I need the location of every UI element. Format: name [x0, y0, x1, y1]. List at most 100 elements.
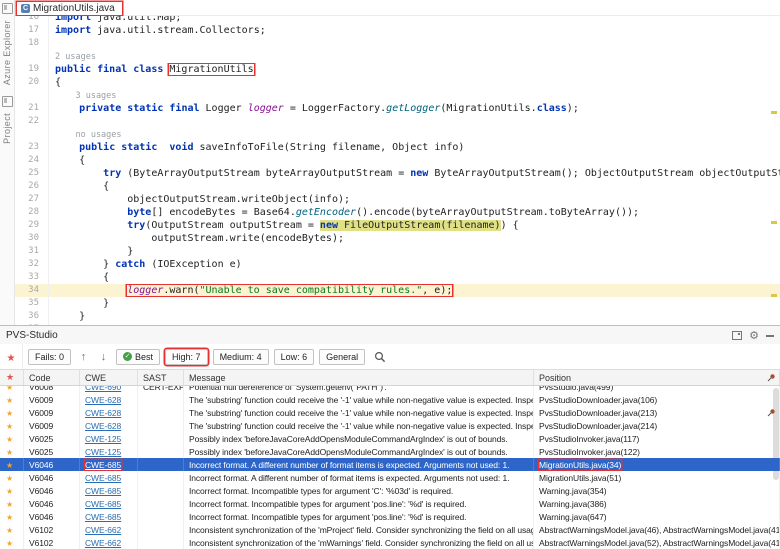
table-row[interactable]: V6102 CWE-662 Inconsistent synchronizati… — [0, 523, 780, 536]
favorite-star-icon[interactable] — [6, 395, 13, 405]
low-filter-button[interactable]: Low: 6 — [274, 349, 315, 365]
next-warning-button[interactable] — [96, 349, 111, 364]
code-line[interactable]: 34 logger.warn("Unable to save compatibi… — [15, 284, 780, 297]
table-row[interactable]: V6046 CWE-685 Incorrect format. Incompat… — [0, 484, 780, 497]
table-row[interactable]: V6009 CWE-628 The 'substring' function c… — [0, 393, 780, 406]
code-line[interactable]: 30 outputStream.write(encodeBytes); — [15, 232, 780, 245]
pin-column-icon[interactable] — [767, 373, 776, 384]
line-number[interactable]: 23 — [15, 141, 49, 154]
line-number[interactable] — [15, 128, 49, 141]
general-filter-button[interactable]: General — [319, 349, 365, 365]
code-line[interactable]: 2 usages — [15, 50, 780, 63]
line-number[interactable]: 34 — [15, 284, 49, 297]
favorites-filter-icon[interactable] — [7, 348, 16, 366]
code-line[interactable]: 17 import java.util.stream.Collectors; — [15, 24, 780, 37]
column-header-cwe[interactable]: CWE — [80, 370, 138, 385]
row-cwe-link[interactable]: CWE-662 — [85, 525, 121, 535]
line-number[interactable]: 35 — [15, 297, 49, 310]
row-cwe-link[interactable]: CWE-628 — [85, 395, 121, 405]
row-cwe-link[interactable]: CWE-685 — [85, 460, 121, 470]
line-number[interactable]: 27 — [15, 193, 49, 206]
table-row[interactable]: V6025 CWE-125 Possibly index 'beforeJava… — [0, 445, 780, 458]
row-cwe-link[interactable]: CWE-125 — [85, 434, 121, 444]
line-number[interactable]: 19 — [15, 63, 49, 76]
row-pin-icon[interactable] — [767, 408, 776, 419]
row-cwe-link[interactable]: CWE-685 — [85, 512, 121, 522]
favorite-star-icon[interactable] — [6, 434, 13, 444]
line-number[interactable]: 20 — [15, 76, 49, 89]
code-line[interactable]: 22 — [15, 115, 780, 128]
table-row[interactable]: V6046 CWE-685 Incorrect format. A differ… — [0, 458, 780, 471]
table-row[interactable]: V6009 CWE-628 The 'substring' function c… — [0, 406, 780, 419]
code-line[interactable]: 35 } — [15, 297, 780, 310]
line-number[interactable]: 33 — [15, 271, 49, 284]
tab-migrationutils-java[interactable]: C MigrationUtils.java — [17, 2, 122, 15]
table-row[interactable]: V6046 CWE-685 Incorrect format. Incompat… — [0, 510, 780, 523]
line-number[interactable]: 16 — [15, 16, 49, 24]
search-icon[interactable] — [374, 351, 386, 363]
code-line[interactable]: 26 { — [15, 180, 780, 193]
line-number[interactable]: 31 — [15, 245, 49, 258]
table-row[interactable]: V6009 CWE-628 The 'substring' function c… — [0, 419, 780, 432]
line-number[interactable]: 29 — [15, 219, 49, 232]
favorite-star-icon[interactable] — [6, 408, 13, 418]
code-line[interactable]: 19 public final class MigrationUtils — [15, 63, 780, 76]
project-tool-icon[interactable] — [2, 96, 13, 107]
code-editor[interactable]: 16 import java.util.Map; 17 import java.… — [15, 16, 780, 325]
error-stripe-mark[interactable] — [771, 111, 777, 114]
favorite-star-icon[interactable] — [6, 460, 13, 470]
code-line[interactable]: 28 byte[] encodeBytes = Base64.getEncode… — [15, 206, 780, 219]
code-line[interactable]: 16 import java.util.Map; — [15, 16, 780, 24]
stripe-item-azure-explorer[interactable]: Azure Explorer — [2, 20, 12, 90]
table-row[interactable]: V6046 CWE-685 Incorrect format. A differ… — [0, 471, 780, 484]
favorite-star-icon[interactable] — [6, 486, 13, 496]
float-window-icon[interactable] — [732, 331, 742, 340]
column-header-sast[interactable]: SAST — [138, 370, 184, 385]
line-number[interactable] — [15, 89, 49, 102]
favorite-star-icon[interactable] — [6, 473, 13, 483]
line-number[interactable]: 17 — [15, 24, 49, 37]
favorite-star-icon[interactable] — [6, 525, 13, 535]
best-filter-button[interactable]: Best — [116, 349, 160, 365]
stripe-item-project[interactable]: Project — [2, 113, 12, 149]
high-filter-button[interactable]: High: 7 — [165, 349, 208, 365]
favorite-star-icon[interactable] — [6, 499, 13, 509]
line-number[interactable]: 36 — [15, 310, 49, 323]
line-number[interactable]: 18 — [15, 37, 49, 50]
azure-tool-icon[interactable] — [2, 3, 13, 14]
line-number[interactable]: 21 — [15, 102, 49, 115]
line-number[interactable]: 32 — [15, 258, 49, 271]
favorite-star-icon[interactable] — [6, 512, 13, 522]
code-line[interactable]: 25 try (ByteArrayOutputStream byteArrayO… — [15, 167, 780, 180]
code-line[interactable]: 20 { — [15, 76, 780, 89]
row-cwe-link[interactable]: CWE-685 — [85, 499, 121, 509]
code-line[interactable]: 23 public static void saveInfoToFile(Str… — [15, 141, 780, 154]
previous-warning-button[interactable] — [76, 349, 91, 364]
column-header-position[interactable]: Position — [534, 370, 780, 385]
hide-panel-icon[interactable] — [766, 335, 774, 337]
table-row[interactable]: V6102 CWE-662 Inconsistent synchronizati… — [0, 536, 780, 549]
code-line[interactable]: 31 } — [15, 245, 780, 258]
code-line[interactable]: 21 private static final Logger logger = … — [15, 102, 780, 115]
table-row[interactable]: V6046 CWE-685 Incorrect format. Incompat… — [0, 497, 780, 510]
favorite-star-icon[interactable] — [6, 538, 13, 548]
favorite-star-icon[interactable] — [6, 447, 13, 457]
code-line[interactable]: 36 } — [15, 310, 780, 323]
error-stripe-mark[interactable] — [771, 294, 777, 297]
code-line[interactable]: 3 usages — [15, 89, 780, 102]
column-header-message[interactable]: Message — [184, 370, 534, 385]
code-line[interactable]: 32 } catch (IOException e) — [15, 258, 780, 271]
row-cwe-link[interactable]: CWE-628 — [85, 421, 121, 431]
star-column-header-icon[interactable] — [6, 372, 14, 383]
favorite-star-icon[interactable] — [6, 421, 13, 431]
line-number[interactable]: 30 — [15, 232, 49, 245]
line-number[interactable]: 26 — [15, 180, 49, 193]
line-number[interactable]: 24 — [15, 154, 49, 167]
row-cwe-link[interactable]: CWE-662 — [85, 538, 121, 548]
line-number[interactable]: 25 — [15, 167, 49, 180]
column-header-code[interactable]: Code — [24, 370, 80, 385]
line-number[interactable]: 28 — [15, 206, 49, 219]
table-row[interactable]: V6025 CWE-125 Possibly index 'beforeJava… — [0, 432, 780, 445]
code-line[interactable]: 18 — [15, 37, 780, 50]
settings-gear-icon[interactable] — [749, 326, 759, 344]
